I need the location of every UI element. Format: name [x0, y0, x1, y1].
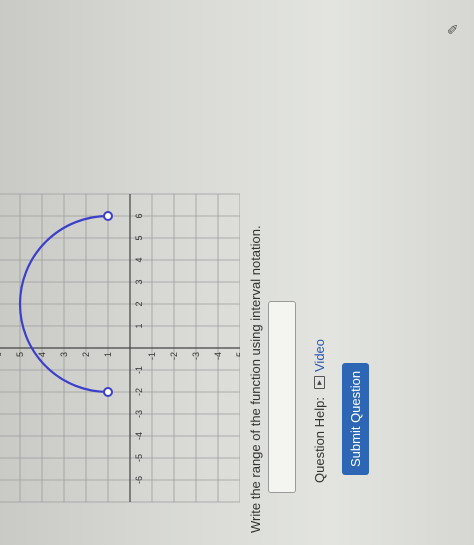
x-tick-label: -5 [134, 454, 144, 462]
y-tick-label: 3 [59, 352, 69, 357]
x-tick-label: -2 [134, 388, 144, 396]
question-help: Question Help: ▶ Video [312, 339, 327, 483]
question-prompt: Write the range of the function using in… [248, 225, 263, 533]
x-tick-label: 4 [134, 257, 144, 262]
y-tick-label: -3 [191, 352, 201, 360]
x-tick-label: -3 [134, 410, 144, 418]
video-link[interactable]: ▶ Video [312, 339, 327, 389]
y-tick-label: 2 [81, 352, 91, 357]
y-tick-label: -5 [235, 352, 240, 360]
open-endpoint [103, 211, 113, 221]
y-tick-label: 6 [0, 352, 3, 357]
x-tick-label: 2 [134, 301, 144, 306]
question-page: -6-5-4-3-2-1123456654321-1-2-3-4-5-6 Wri… [0, 0, 474, 545]
function-graph: -6-5-4-3-2-1123456654321-1-2-3-4-5-6 [0, 90, 285, 530]
x-tick-label: 5 [134, 235, 144, 240]
x-tick-label: 1 [134, 323, 144, 328]
question-help-label: Question Help: [312, 397, 327, 483]
x-tick-label: 6 [134, 213, 144, 218]
open-endpoint [103, 387, 113, 397]
y-tick-label: -2 [169, 352, 179, 360]
answer-input[interactable] [268, 301, 296, 493]
video-icon: ▶ [314, 376, 325, 389]
y-tick-label: -1 [147, 352, 157, 360]
y-tick-label: -4 [213, 352, 223, 360]
submit-question-button[interactable]: Submit Question [342, 362, 369, 475]
x-tick-label: -1 [134, 366, 144, 374]
x-tick-label: 3 [134, 279, 144, 284]
x-tick-label: -4 [134, 432, 144, 440]
x-tick-label: -6 [134, 476, 144, 484]
y-tick-label: 1 [103, 352, 113, 357]
pencil-icon: ✎ [445, 23, 461, 35]
y-tick-label: 5 [15, 352, 25, 357]
video-label: Video [312, 338, 327, 372]
